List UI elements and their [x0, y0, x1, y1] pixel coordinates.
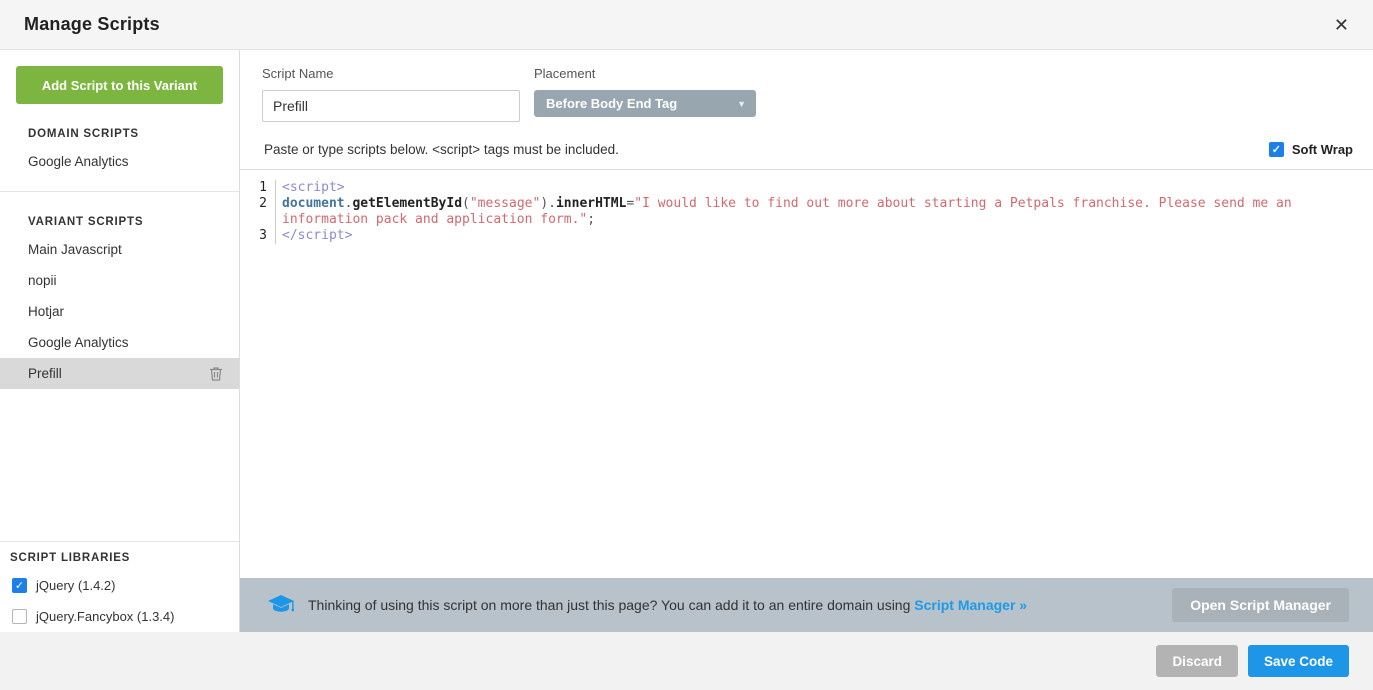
placement-selected-value: Before Body End Tag — [546, 96, 677, 111]
main-panel: Script Name Placement Before Body End Ta… — [240, 50, 1373, 632]
code-line: <script> — [276, 180, 1373, 196]
line-number: 1 — [240, 180, 276, 196]
editor-line: 2document.getElementById("message").inne… — [240, 196, 1373, 228]
variant-scripts-heading: VARIANT SCRIPTS — [0, 216, 239, 234]
script-name-field: Script Name — [262, 66, 520, 122]
graduation-cap-icon — [268, 595, 294, 615]
sidebar-item-label: Main Javascript — [28, 242, 122, 257]
library-item-jquery-fancybox-1-3-4-[interactable]: jQuery.Fancybox (1.3.4) — [0, 601, 239, 632]
sidebar-divider — [0, 191, 239, 192]
placement-dropdown[interactable]: Before Body End Tag ▼ — [534, 90, 756, 117]
modal-footer: Discard Save Code — [0, 632, 1373, 690]
editor-lines: 1<script>2document.getElementById("messa… — [240, 180, 1373, 244]
editor-line: 1<script> — [240, 180, 1373, 196]
script-libraries-list: ✓ jQuery (1.4.2) jQuery.Fancybox (1.3.4) — [0, 570, 239, 632]
trash-icon[interactable] — [209, 366, 223, 381]
sidebar-item-nopii[interactable]: nopii — [0, 265, 239, 296]
library-checkbox[interactable] — [12, 609, 27, 624]
sidebar-item-label: Hotjar — [28, 304, 64, 319]
sidebar-item-label: Google Analytics — [28, 335, 129, 350]
close-icon[interactable]: ✕ — [1334, 16, 1349, 34]
modal-title: Manage Scripts — [24, 14, 160, 35]
sidebar-item-hotjar[interactable]: Hotjar — [0, 296, 239, 327]
script-libraries-heading: SCRIPT LIBRARIES — [0, 552, 239, 570]
placement-label: Placement — [534, 66, 756, 81]
variant-scripts-list: Main Javascript nopii Hotjar Google Analyti… — [0, 234, 239, 389]
sidebar-item-google-analytics[interactable]: Google Analytics — [0, 146, 239, 177]
line-number: 2 — [240, 196, 276, 228]
domain-scripts-list: Google Analytics — [0, 146, 239, 177]
instructions-row: Paste or type scripts below. <script> ta… — [240, 122, 1373, 169]
add-script-button[interactable]: Add Script to this Variant — [16, 66, 223, 104]
sidebar-item-label: nopii — [28, 273, 57, 288]
open-script-manager-button[interactable]: Open Script Manager — [1172, 588, 1349, 622]
sidebar-item-label: Prefill — [28, 366, 62, 381]
script-form: Script Name Placement Before Body End Ta… — [240, 50, 1373, 122]
script-name-input[interactable] — [262, 90, 520, 122]
instructions-text: Paste or type scripts below. <script> ta… — [264, 142, 619, 157]
sidebar-item-prefill[interactable]: Prefill — [0, 358, 239, 389]
banner-text-before: Thinking of using this script on more th… — [308, 597, 914, 613]
editor-line: 3</script> — [240, 228, 1373, 244]
code-line: document.getElementById("message").inner… — [276, 196, 1373, 228]
script-manager-link[interactable]: Script Manager » — [914, 597, 1027, 613]
sidebar: Add Script to this Variant DOMAIN SCRIPT… — [0, 50, 240, 632]
code-line: </script> — [276, 228, 1373, 244]
modal-body: Add Script to this Variant DOMAIN SCRIPT… — [0, 50, 1373, 632]
save-code-button[interactable]: Save Code — [1248, 645, 1349, 677]
placement-field: Placement Before Body End Tag ▼ — [534, 66, 756, 122]
library-checkbox[interactable]: ✓ — [12, 578, 27, 593]
soft-wrap-toggle[interactable]: ✓ Soft Wrap — [1269, 142, 1353, 157]
sidebar-item-google-analytics[interactable]: Google Analytics — [0, 327, 239, 358]
library-label: jQuery (1.4.2) — [36, 578, 115, 593]
soft-wrap-checkbox[interactable]: ✓ — [1269, 142, 1284, 157]
script-name-label: Script Name — [262, 66, 520, 81]
library-item-jquery-1-4-2-[interactable]: ✓ jQuery (1.4.2) — [0, 570, 239, 601]
line-number: 3 — [240, 228, 276, 244]
manage-scripts-modal: Manage Scripts ✕ Add Script to this Vari… — [0, 0, 1373, 690]
modal-header: Manage Scripts ✕ — [0, 0, 1373, 50]
soft-wrap-label: Soft Wrap — [1292, 142, 1353, 157]
sidebar-spacer — [0, 389, 239, 527]
sidebar-divider — [0, 541, 239, 542]
info-banner: Thinking of using this script on more th… — [240, 578, 1373, 632]
sidebar-item-main-javascript[interactable]: Main Javascript — [0, 234, 239, 265]
domain-scripts-heading: DOMAIN SCRIPTS — [0, 128, 239, 146]
chevron-down-icon: ▼ — [737, 99, 746, 109]
banner-text: Thinking of using this script on more th… — [308, 597, 1158, 613]
library-label: jQuery.Fancybox (1.3.4) — [36, 609, 174, 624]
discard-button[interactable]: Discard — [1156, 645, 1238, 677]
code-editor[interactable]: 1<script>2document.getElementById("messa… — [240, 169, 1373, 578]
